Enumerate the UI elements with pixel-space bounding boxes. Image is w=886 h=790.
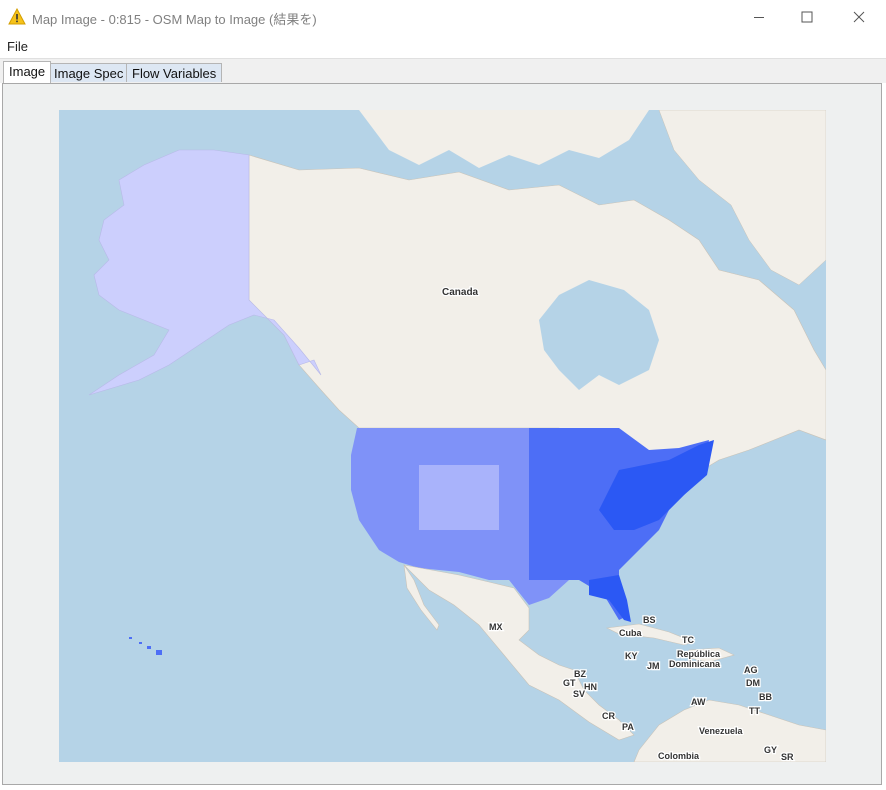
label-sv: SV xyxy=(573,689,585,699)
label-dominicana: Dominicana xyxy=(669,659,721,669)
close-button[interactable] xyxy=(836,0,882,34)
tab-image-spec[interactable]: Image Spec xyxy=(48,63,130,82)
label-sr: SR xyxy=(781,752,794,762)
label-cuba: Cuba xyxy=(619,628,642,638)
label-venezuela: Venezuela xyxy=(699,726,744,736)
label-dm: DM xyxy=(746,678,760,688)
label-bs: BS xyxy=(643,615,656,625)
maximize-icon xyxy=(801,11,813,23)
label-cr: CR xyxy=(602,711,615,721)
label-aw: AW xyxy=(691,697,706,707)
menu-file[interactable]: File xyxy=(7,39,28,54)
close-icon xyxy=(853,11,865,23)
label-gy: GY xyxy=(764,745,777,755)
label-colombia: Colombia xyxy=(658,751,700,761)
label-tc: TC xyxy=(682,635,694,645)
label-ky: KY xyxy=(625,651,638,661)
label-republica: República xyxy=(677,649,721,659)
label-jm: JM xyxy=(647,661,660,671)
map-image: Canada MX BS Cuba TC República Dominican… xyxy=(59,110,826,762)
label-hn: HN xyxy=(584,682,597,692)
menu-bar: File xyxy=(0,36,886,59)
warning-triangle-icon xyxy=(8,8,26,25)
title-bar: Map Image - 0:815 - OSM Map to Image (結果… xyxy=(0,0,886,36)
window-title: Map Image - 0:815 - OSM Map to Image (結果… xyxy=(32,12,317,27)
tab-bar: Image Image Spec Flow Variables xyxy=(0,59,886,83)
minimize-button[interactable] xyxy=(736,0,782,34)
label-bb: BB xyxy=(759,692,772,702)
minimize-icon xyxy=(754,17,764,18)
label-tt: TT xyxy=(749,706,760,716)
label-canada: Canada xyxy=(442,287,479,298)
tab-image[interactable]: Image xyxy=(3,61,52,83)
maximize-button[interactable] xyxy=(784,0,830,34)
label-mx: MX xyxy=(489,622,503,632)
us-mountain-light xyxy=(419,465,499,530)
tab-flow-variables[interactable]: Flow Variables xyxy=(126,63,223,82)
label-ag: AG xyxy=(744,665,758,675)
label-pa: PA xyxy=(622,722,634,732)
label-bz: BZ xyxy=(574,669,586,679)
label-gt: GT xyxy=(563,678,576,688)
